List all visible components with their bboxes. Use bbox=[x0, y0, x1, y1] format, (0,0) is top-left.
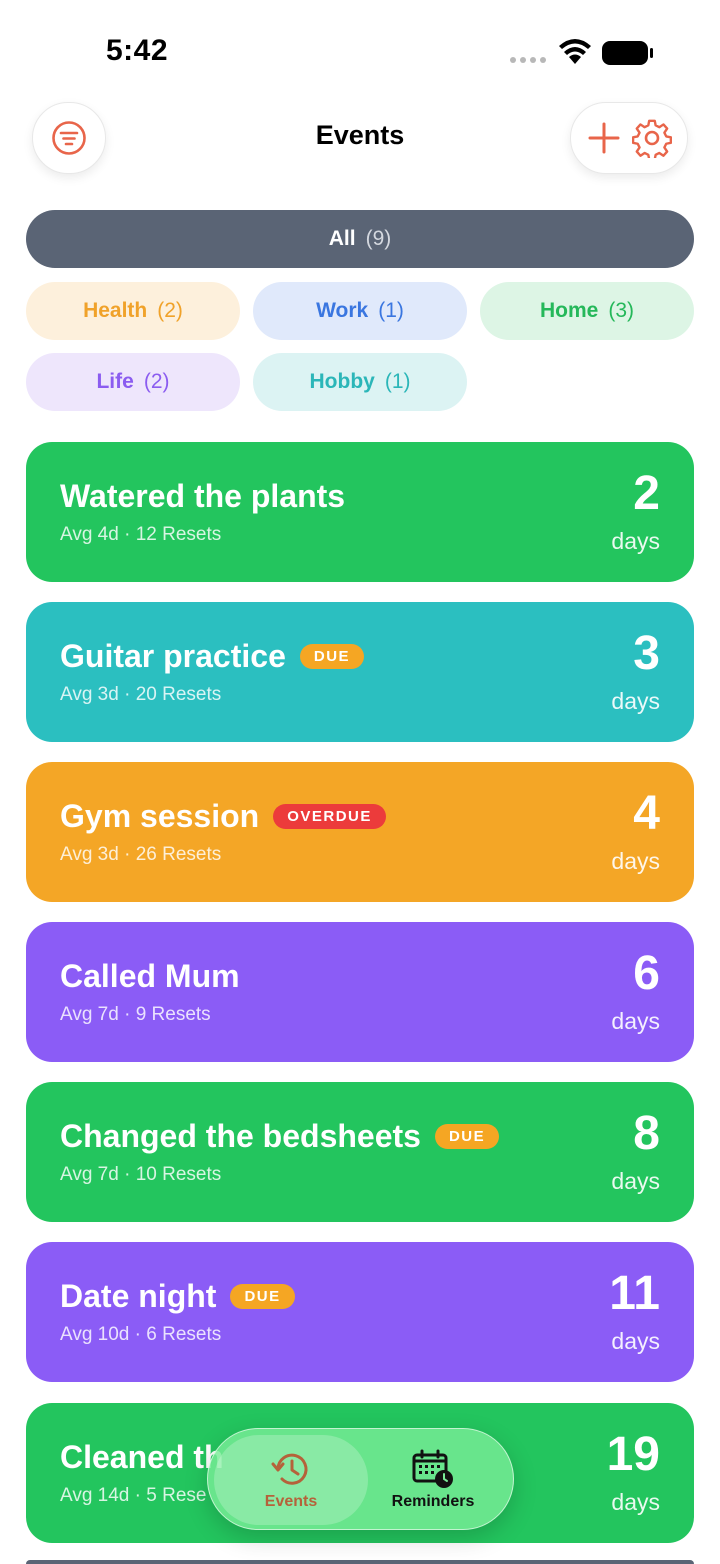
tab-label: Reminders bbox=[391, 1493, 475, 1510]
tab-label: Events bbox=[264, 1493, 318, 1510]
event-days-label: days bbox=[611, 688, 660, 714]
event-meta: Avg 7d · 9 Resets bbox=[60, 1004, 211, 1025]
event-meta: Avg 3d · 26 Resets bbox=[60, 844, 222, 865]
chip-label: Hobby bbox=[309, 370, 375, 393]
event-days-count: 8 bbox=[633, 1107, 660, 1160]
event-days-label: days bbox=[611, 1168, 660, 1194]
event-days-label: days bbox=[611, 1008, 660, 1034]
status-badge-due: DUE bbox=[230, 1284, 295, 1309]
event-days-label: days bbox=[611, 1489, 660, 1515]
chip-label: All bbox=[328, 227, 356, 250]
cellular-signal-icon bbox=[510, 57, 546, 63]
event-title: Gym session bbox=[60, 798, 260, 834]
event-card-date-night[interactable]: Date night DUE Avg 10d · 6 Resets 11 day… bbox=[26, 1242, 694, 1382]
add-event-button[interactable] bbox=[587, 121, 621, 155]
event-days-count: 6 bbox=[633, 947, 660, 1000]
chip-count: (3) bbox=[608, 299, 635, 322]
chip-count: (9) bbox=[365, 227, 392, 250]
battery-icon bbox=[602, 41, 653, 65]
chip-label: Life bbox=[96, 370, 134, 393]
status-bar: 5:42 bbox=[0, 0, 720, 100]
event-days-label: days bbox=[611, 1328, 660, 1354]
chip-label: Health bbox=[83, 299, 148, 322]
chip-count: (2) bbox=[157, 299, 183, 322]
event-days-label: days bbox=[611, 848, 660, 874]
chip-label: Home bbox=[539, 299, 599, 322]
event-meta: Avg 7d · 10 Resets bbox=[60, 1164, 222, 1185]
header-actions bbox=[570, 102, 688, 174]
status-badge-overdue: OVERDUE bbox=[273, 804, 386, 829]
event-card-partial[interactable] bbox=[26, 1560, 694, 1564]
category-chip-health[interactable]: Health (2) bbox=[26, 282, 240, 340]
wifi-icon bbox=[559, 39, 591, 64]
calendar-clock-icon bbox=[412, 1449, 453, 1488]
tab-events[interactable]: Events bbox=[214, 1435, 368, 1525]
chip-count: (2) bbox=[143, 370, 170, 393]
event-meta: Avg 4d · 12 Resets bbox=[60, 524, 222, 545]
event-title: Guitar practice bbox=[60, 638, 286, 674]
event-days-count: 11 bbox=[609, 1267, 660, 1320]
category-chip-all[interactable]: All (9) bbox=[26, 210, 694, 268]
event-title: Changed the bedsheets bbox=[60, 1118, 421, 1154]
status-badge-due: DUE bbox=[434, 1124, 500, 1149]
chip-count: (1) bbox=[384, 370, 411, 393]
tab-bar: Events Reminders bbox=[207, 1428, 514, 1530]
event-card-watered-plants[interactable]: Watered the plants Avg 4d · 12 Resets 2 … bbox=[26, 442, 694, 582]
event-meta: Avg 3d · 20 Resets bbox=[60, 684, 222, 705]
event-days-count: 4 bbox=[633, 787, 660, 840]
event-days-count: 19 bbox=[606, 1428, 660, 1481]
category-chip-home[interactable]: Home (3) bbox=[480, 282, 694, 340]
event-meta: Avg 10d · 6 Resets bbox=[60, 1324, 222, 1345]
event-days-label: days bbox=[611, 528, 660, 554]
event-days-count: 3 bbox=[633, 627, 660, 680]
event-title: Watered the plants bbox=[60, 478, 346, 514]
history-clock-icon bbox=[271, 1453, 308, 1485]
event-card-called-mum[interactable]: Called Mum Avg 7d · 9 Resets 6 days bbox=[26, 922, 694, 1062]
event-card-guitar-practice[interactable]: Guitar practice DUE Avg 3d · 20 Resets 3… bbox=[26, 602, 694, 742]
event-card-changed-bedsheets[interactable]: Changed the bedsheets DUE Avg 7d · 10 Re… bbox=[26, 1082, 694, 1222]
status-badge-due: DUE bbox=[299, 644, 365, 669]
tab-reminders[interactable]: Reminders bbox=[356, 1435, 510, 1525]
status-time: 5:42 bbox=[106, 34, 169, 67]
event-title: Called Mum bbox=[60, 958, 240, 994]
event-days-count: 2 bbox=[633, 467, 660, 520]
category-chip-work[interactable]: Work (1) bbox=[253, 282, 467, 340]
event-title: Date night bbox=[60, 1278, 217, 1314]
event-card-gym-session[interactable]: Gym session OVERDUE Avg 3d · 26 Resets 4… bbox=[26, 762, 694, 902]
event-title: Cleaned th bbox=[60, 1439, 224, 1475]
chip-label: Work bbox=[316, 299, 369, 322]
event-meta: Avg 14d · 5 Rese bbox=[60, 1485, 207, 1506]
chip-count: (1) bbox=[378, 299, 404, 322]
category-chip-hobby[interactable]: Hobby (1) bbox=[253, 353, 467, 411]
category-chip-life[interactable]: Life (2) bbox=[26, 353, 240, 411]
settings-gear-icon[interactable] bbox=[631, 118, 672, 158]
